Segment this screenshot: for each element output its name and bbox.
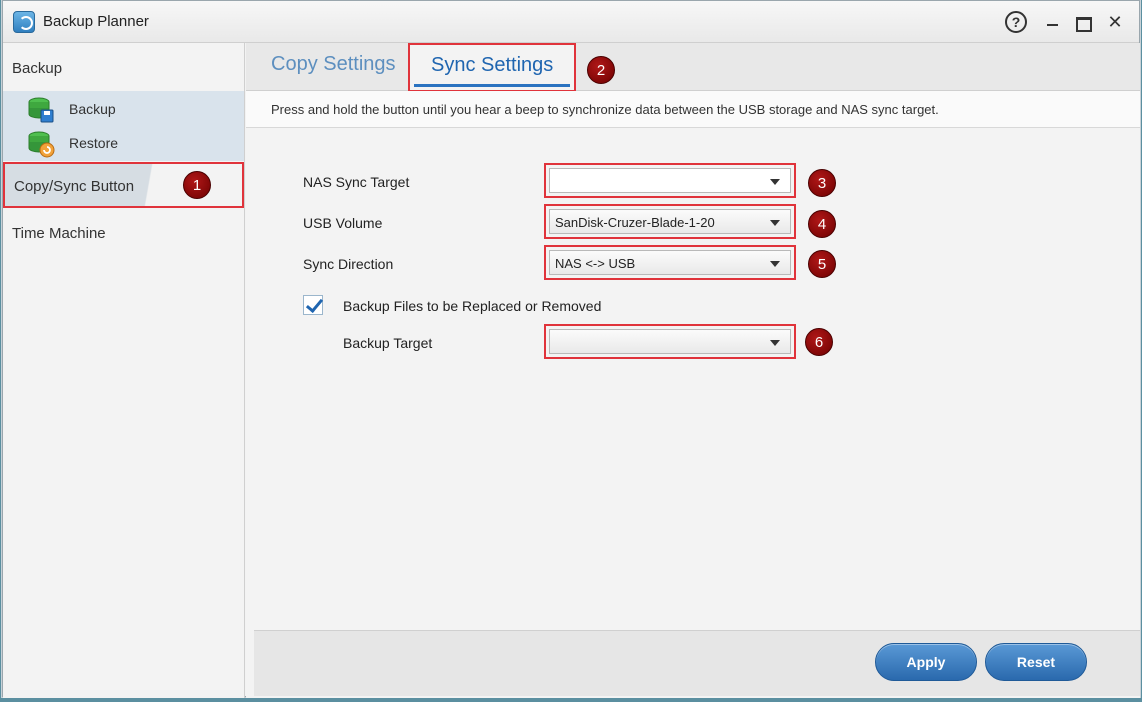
sidebar-item-restore[interactable]: Restore [27, 128, 227, 158]
sidebar-item-label: Backup [69, 101, 116, 117]
nas-sync-target-label: NAS Sync Target [303, 174, 410, 190]
annotation-badge-6: 6 [805, 328, 833, 356]
sidebar-item-time-machine[interactable]: Time Machine [3, 211, 244, 257]
window-title: Backup Planner [43, 13, 149, 30]
sidebar-item-copy-sync-button[interactable]: Copy/Sync Button 1 [3, 162, 244, 208]
sync-direction-label: Sync Direction [303, 256, 394, 272]
tab-sync-settings[interactable]: Sync Settings [408, 43, 576, 92]
annotation-badge-1: 1 [183, 171, 211, 199]
annotation-badge-5: 5 [808, 250, 836, 278]
sync-description: Press and hold the button until you hear… [246, 91, 1140, 128]
backup-target-select[interactable] [549, 329, 791, 354]
backup-planner-app-icon [13, 11, 35, 33]
usb-volume-highlight: SanDisk-Cruzer-Blade-1-20 [544, 204, 796, 239]
backup-planner-window: Backup Planner ? ✕ Backup Backup Restore… [2, 0, 1140, 698]
sidebar: Backup Backup Restore Copy/Sync Button 1… [3, 43, 245, 698]
active-tab-indicator [414, 84, 570, 87]
footer-bar: Apply Reset [254, 630, 1140, 696]
backup-replaced-checkbox[interactable] [303, 295, 323, 315]
tab-label: Copy Settings [271, 53, 396, 75]
annotation-badge-4: 4 [808, 210, 836, 238]
sidebar-group-backup[interactable]: Backup [12, 60, 62, 77]
nas-sync-target-highlight [544, 163, 796, 198]
sidebar-item-label: Copy/Sync Button [14, 178, 135, 195]
select-value: NAS <-> USB [555, 256, 636, 271]
usb-volume-select[interactable]: SanDisk-Cruzer-Blade-1-20 [549, 209, 791, 234]
backup-target-label: Backup Target [343, 335, 433, 351]
close-icon[interactable]: ✕ [1104, 11, 1126, 33]
title-bar: Backup Planner ? ✕ [3, 1, 1139, 43]
help-icon[interactable]: ? [1005, 11, 1027, 33]
database-save-icon [28, 97, 54, 123]
chevron-down-icon [770, 179, 780, 185]
sidebar-item-backup[interactable]: Backup [27, 94, 227, 124]
sidebar-item-label: Restore [69, 135, 119, 151]
apply-button[interactable]: Apply [875, 643, 977, 681]
sync-direction-highlight: NAS <-> USB [544, 245, 796, 280]
chevron-down-icon [770, 261, 780, 267]
database-restore-icon [28, 131, 55, 158]
main-panel: Copy Settings Sync Settings 2 Press and … [246, 43, 1140, 698]
maximize-icon[interactable] [1071, 11, 1093, 33]
chevron-down-icon [770, 340, 780, 346]
select-value: SanDisk-Cruzer-Blade-1-20 [555, 215, 715, 230]
sidebar-backup-subitems: Backup Restore [3, 91, 244, 161]
backup-target-highlight [544, 324, 796, 359]
chevron-down-icon [770, 220, 780, 226]
tab-bar: Copy Settings Sync Settings 2 [246, 43, 1140, 92]
minimize-icon[interactable] [1041, 11, 1063, 33]
annotation-badge-3: 3 [808, 169, 836, 197]
reset-button[interactable]: Reset [985, 643, 1087, 681]
sidebar-item-label: Time Machine [12, 225, 106, 242]
backup-replaced-label[interactable]: Backup Files to be Replaced or Removed [343, 298, 601, 314]
nas-sync-target-select[interactable] [549, 168, 791, 193]
annotation-badge-2: 2 [587, 56, 615, 84]
sync-direction-select[interactable]: NAS <-> USB [549, 250, 791, 275]
usb-volume-label: USB Volume [303, 215, 383, 231]
tab-label: Sync Settings [431, 54, 554, 76]
